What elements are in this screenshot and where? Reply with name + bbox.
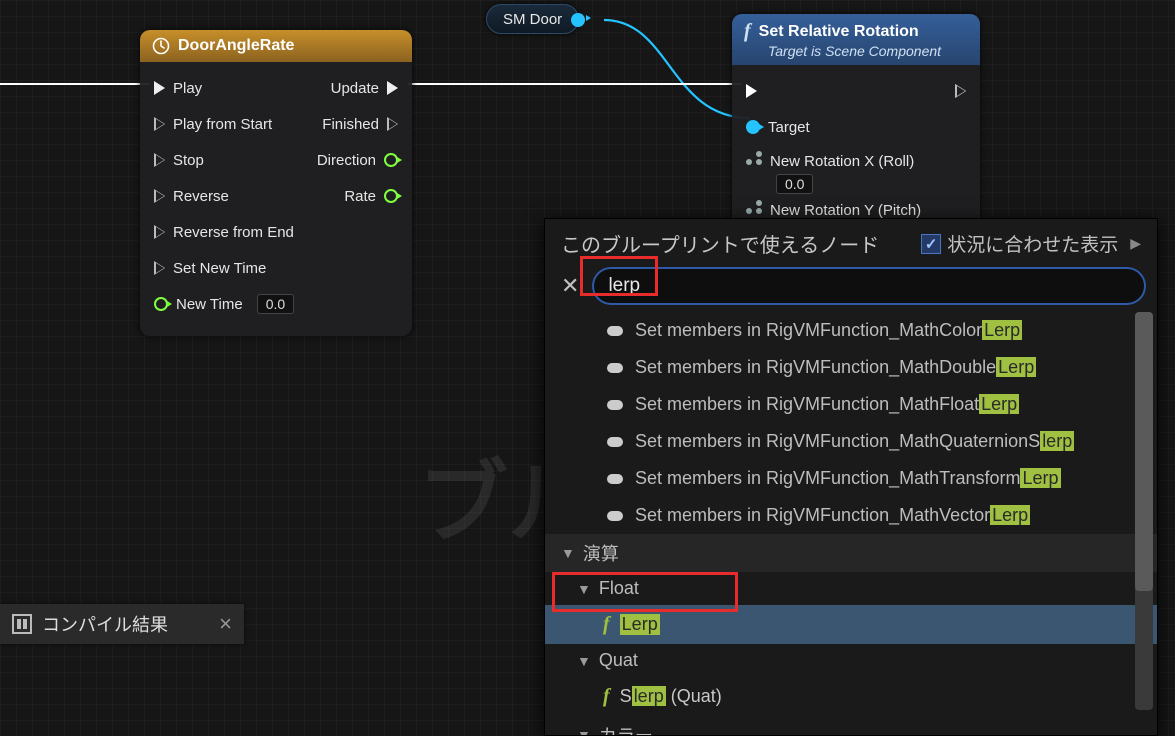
chevron-down-icon: ▼ [577,653,591,669]
result-item[interactable]: Set members in RigVMFunction_MathVectorL… [545,497,1157,534]
output-pin[interactable] [571,13,585,27]
result-lerp-float[interactable]: fLerp [545,605,1157,644]
pin-exec-out[interactable] [955,84,966,98]
close-icon[interactable]: × [219,611,232,637]
pin-exec-in[interactable] [746,84,757,98]
pin-reverse-from-end[interactable]: Reverse from End [154,224,294,241]
timeline-node[interactable]: DoorAngleRate Play Update Play from Star… [140,30,412,336]
function-icon: f [603,685,610,708]
function-icon: f [744,20,751,43]
compile-icon [12,614,32,634]
pin-reverse[interactable]: Reverse [154,188,229,205]
struct-split-icon[interactable] [746,154,762,170]
compile-results-panel: コンパイル結果 × [0,604,244,644]
scrollbar-thumb[interactable] [1135,312,1153,591]
chevron-down-icon: ▼ [577,581,591,597]
pin-direction[interactable]: Direction [317,152,398,169]
pin-rate[interactable]: Rate [344,188,398,205]
pin-finished[interactable]: Finished [322,116,398,133]
result-item[interactable]: Set members in RigVMFunction_MathQuatern… [545,423,1157,460]
result-item[interactable]: Set members in RigVMFunction_MathTransfo… [545,460,1157,497]
results-list: Set members in RigVMFunction_MathColorLe… [545,312,1157,735]
category-color[interactable]: ▼カラー [545,716,1157,735]
chevron-right-icon[interactable]: ▶ [1130,235,1141,252]
result-slerp-quat[interactable]: fSlerp (Quat) [545,677,1157,716]
timeline-header: DoorAngleRate [140,30,412,62]
context-sensitive-label: 状況に合わせた表示 [947,230,1118,257]
result-item[interactable]: Set members in RigVMFunction_MathDoubleL… [545,349,1157,386]
result-item[interactable]: Set members in RigVMFunction_MathColorLe… [545,312,1157,349]
function-subtitle: Target is Scene Component [768,43,968,59]
clear-search-icon[interactable]: ✕ [557,273,583,299]
node-type-icon [607,363,623,373]
pin-stop[interactable]: Stop [154,152,204,169]
pin-set-new-time[interactable]: Set New Time [154,260,266,277]
pin-play[interactable]: Play [154,80,202,97]
node-type-icon [607,474,623,484]
category-float[interactable]: ▼Float [545,572,1157,605]
pin-target[interactable]: Target [746,119,810,136]
function-node-set-relative-rotation[interactable]: f Set Relative Rotation Target is Scene … [732,14,980,241]
struct-split-icon[interactable] [746,203,762,219]
pin-new-time[interactable]: New Time0.0 [154,294,294,314]
search-box[interactable] [593,268,1145,304]
function-header: f Set Relative Rotation Target is Scene … [732,14,980,65]
node-type-icon [607,400,623,410]
compile-results-title: コンパイル結果 [42,611,209,637]
category-math[interactable]: ▼演算 [545,534,1157,572]
chevron-down-icon: ▼ [577,727,591,735]
pin-play-from-start[interactable]: Play from Start [154,116,272,133]
variable-label: SM Door [503,11,562,28]
node-picker-title: このブループリントで使えるノード [561,229,879,258]
category-quat[interactable]: ▼Quat [545,644,1157,677]
pin-rotation-y-label: New Rotation Y (Pitch) [770,202,921,219]
search-input[interactable] [608,275,1130,297]
function-title: Set Relative Rotation [759,23,919,41]
timeline-body: Play Update Play from Start Finished Sto… [140,62,412,336]
node-picker-panel: このブループリントで使えるノード ✓ 状況に合わせた表示 ▶ ✕ Set mem… [544,218,1158,736]
variable-node-sm-door[interactable]: SM Door [486,4,579,34]
function-icon: f [603,613,610,636]
pin-rotation-x-label: New Rotation X (Roll) [770,153,914,170]
node-type-icon [607,437,623,447]
node-type-icon [607,511,623,521]
timeline-title: DoorAngleRate [178,37,294,55]
clock-icon [152,37,170,55]
result-item[interactable]: Set members in RigVMFunction_MathFloatLe… [545,386,1157,423]
node-type-icon [607,326,623,336]
rotation-x-value[interactable]: 0.0 [776,174,813,194]
pin-update[interactable]: Update [331,80,398,97]
context-sensitive-checkbox[interactable]: ✓ [921,234,941,254]
chevron-down-icon: ▼ [561,545,575,561]
